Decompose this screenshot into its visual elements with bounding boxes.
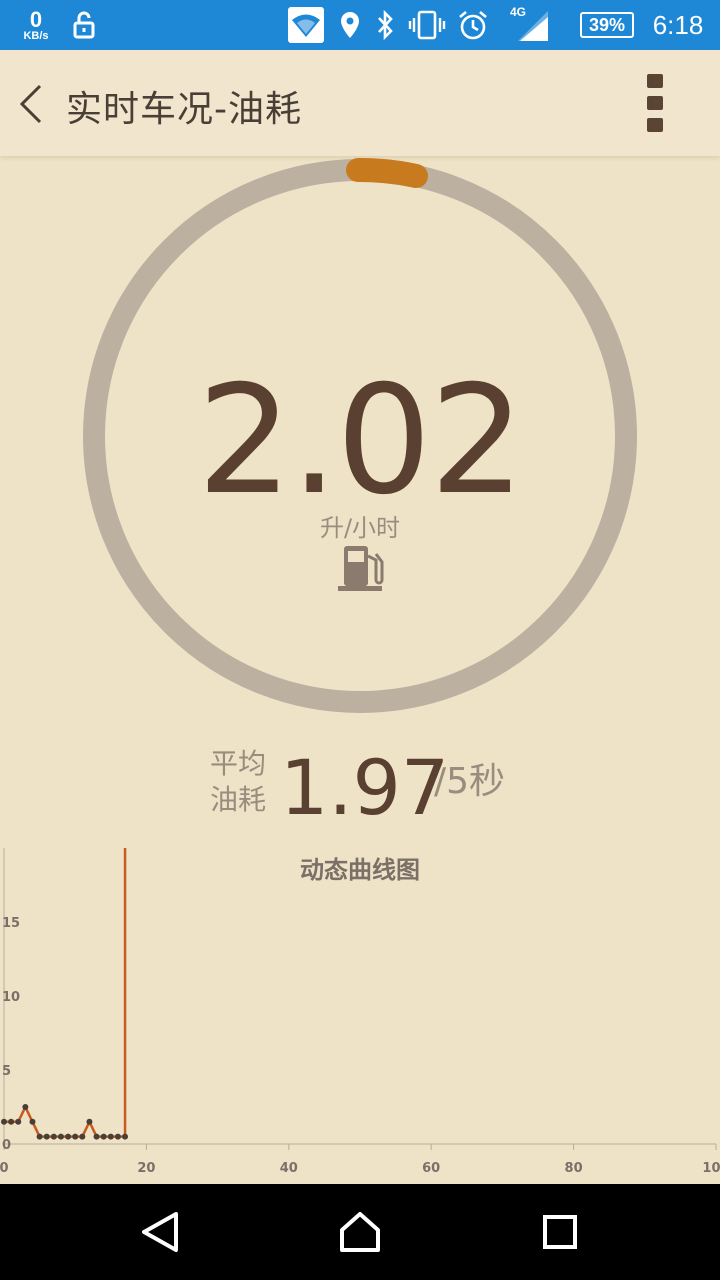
dynamic-curve-chart: 0 20 40 60 80 100 0 5 10 15 xyxy=(0,848,720,1176)
average-unit: /5秒 xyxy=(434,761,506,802)
fuel-consumption-value: 2.02 xyxy=(197,354,525,528)
data-point xyxy=(8,1118,15,1125)
series-line xyxy=(4,848,127,1138)
data-point xyxy=(100,1133,107,1140)
data-point xyxy=(72,1133,79,1140)
wifi-icon xyxy=(288,0,324,50)
data-point xyxy=(65,1133,72,1140)
data-point xyxy=(122,1133,129,1140)
average-value: 1.97 xyxy=(280,743,450,832)
data-point xyxy=(50,1133,57,1140)
nav-home-icon[interactable] xyxy=(330,1202,390,1262)
back-arrow-icon[interactable] xyxy=(14,82,48,126)
bluetooth-icon xyxy=(372,0,398,50)
fuel-pump-icon xyxy=(338,542,384,594)
data-point xyxy=(86,1118,93,1125)
data-point xyxy=(107,1133,114,1140)
app-bar: 实时车况-油耗 xyxy=(0,50,720,156)
data-point xyxy=(57,1133,64,1140)
gauge-indicator xyxy=(346,158,428,188)
nav-recents-icon[interactable] xyxy=(530,1202,590,1262)
x-tick-label: 0 xyxy=(0,1161,9,1176)
data-point xyxy=(114,1133,121,1140)
battery-indicator: 39% xyxy=(580,0,634,50)
data-point xyxy=(79,1133,86,1140)
more-menu-icon[interactable] xyxy=(640,72,670,134)
battery-level: 39% xyxy=(580,12,634,38)
vibrate-icon xyxy=(408,0,446,50)
x-tick-label: 20 xyxy=(137,1161,155,1176)
y-tick-label: 0 xyxy=(2,1138,11,1153)
fuel-consumption-unit: 升/小时 xyxy=(319,514,401,542)
signal-icon: 4G xyxy=(508,0,552,50)
data-point xyxy=(22,1104,29,1110)
page-title: 实时车况-油耗 xyxy=(66,89,302,130)
data-point xyxy=(1,1118,7,1125)
average-label-line2: 油耗 xyxy=(210,783,267,816)
alarm-icon xyxy=(456,0,490,50)
net-speed: 0 KB/s xyxy=(18,0,54,50)
status-bar: 0 KB/s 4G 39% 6:18 xyxy=(0,0,720,50)
data-point xyxy=(15,1118,22,1125)
data-point xyxy=(93,1133,100,1140)
data-point xyxy=(43,1133,50,1140)
data-point xyxy=(36,1133,43,1140)
average-label: 平均 油耗 xyxy=(210,746,274,818)
x-tick-label: 40 xyxy=(280,1161,298,1176)
lock-icon xyxy=(70,0,98,50)
average-label-line1: 平均 xyxy=(210,747,267,780)
x-tick-label: 100 xyxy=(702,1161,720,1176)
navigation-bar xyxy=(0,1184,720,1280)
net-speed-unit: KB/s xyxy=(23,29,49,42)
data-point xyxy=(29,1118,36,1125)
x-tick-label: 60 xyxy=(422,1161,440,1176)
y-tick-label: 10 xyxy=(2,990,20,1005)
net-speed-value: 0 xyxy=(29,6,43,32)
clock: 6:18 xyxy=(652,9,704,40)
location-icon xyxy=(338,0,362,50)
nav-back-icon[interactable] xyxy=(130,1202,190,1262)
x-tick-label: 80 xyxy=(565,1161,583,1176)
y-tick-label: 15 xyxy=(2,916,20,931)
y-tick-label: 5 xyxy=(2,1064,11,1079)
